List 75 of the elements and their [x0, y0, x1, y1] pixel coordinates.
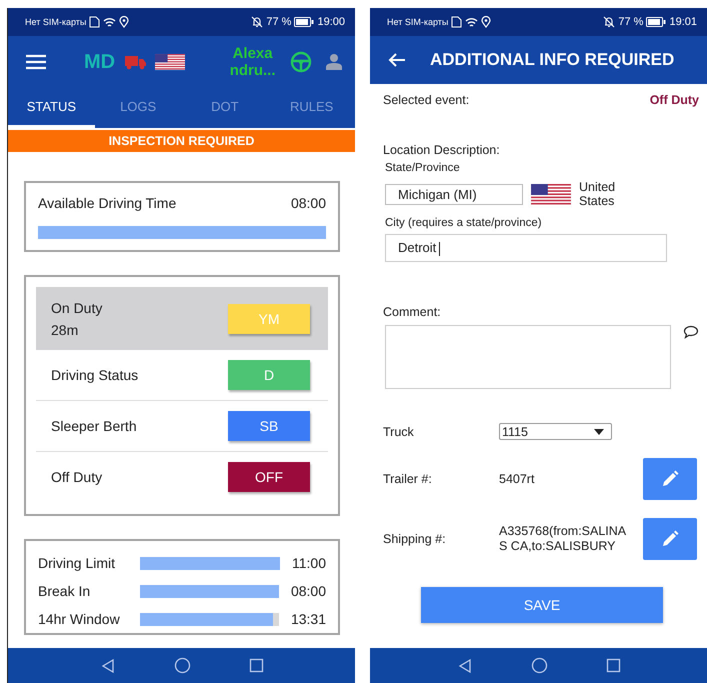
edit-button[interactable] [643, 458, 697, 500]
comment-label: Comment: [383, 305, 442, 319]
clock-time: 19:00 [317, 16, 345, 28]
sim-icon [451, 16, 462, 28]
back-arrow-icon[interactable] [388, 52, 406, 68]
battery-icon [646, 17, 666, 27]
speech-bubble-icon[interactable] [683, 325, 699, 339]
state-label: State/Province [385, 162, 461, 174]
selected-event-value: Off Duty [650, 93, 699, 107]
inspection-banner: INSPECTION REQUIRED [8, 130, 355, 152]
battery-percent: 77 % [618, 16, 644, 28]
edit-button[interactable] [643, 518, 697, 560]
limit-label: 14hr Window [38, 611, 121, 627]
status-row[interactable]: Off Duty OFF [36, 452, 328, 502]
menu-icon[interactable] [26, 54, 46, 70]
flag-icon [155, 54, 186, 70]
comment-field[interactable] [385, 325, 672, 389]
clock-time: 19:01 [669, 16, 697, 28]
status-button[interactable]: OFF [228, 462, 310, 492]
wifi-icon [465, 16, 478, 28]
limit-value: 08:00 [290, 583, 326, 599]
pencil-icon [661, 530, 679, 548]
initials-text: MD [84, 50, 116, 74]
steering-wheel-icon[interactable] [290, 51, 312, 73]
back-icon[interactable] [456, 658, 472, 674]
status-duration: 28m [51, 322, 80, 338]
available-time-label: Available Driving Time [38, 195, 176, 211]
trailer-value: 5407rt [499, 472, 536, 486]
limit-label: Driving Limit [38, 555, 116, 571]
caret-icon [594, 428, 604, 434]
battery-percent: 77 % [266, 16, 292, 28]
city-label: City (requires a state/province) [385, 217, 543, 229]
carrier-text: Нет SIM-карты [25, 17, 86, 27]
driver-name[interactable]: Alexandru... [229, 45, 276, 79]
screen-title: ADDITIONAL INFO REQUIRED [430, 50, 674, 70]
state-field[interactable]: Michigan (MI) [385, 184, 523, 204]
country-text: United States [579, 180, 616, 208]
status-label: Off Duty [51, 469, 102, 485]
pencil-icon [661, 470, 679, 488]
recents-icon[interactable] [606, 658, 620, 673]
available-time-value: 08:00 [290, 195, 326, 211]
home-icon[interactable] [174, 657, 190, 674]
bell-off-icon [603, 16, 616, 28]
truck-icon [125, 54, 148, 70]
location-label: Location Description: [383, 143, 501, 157]
selected-event-label: Selected event: [383, 93, 470, 107]
status-label: Sleeper Berth [51, 418, 137, 434]
location-icon [481, 16, 492, 28]
home-icon[interactable] [530, 657, 548, 674]
truck-dropdown[interactable]: 1115 [499, 423, 612, 440]
city-field[interactable]: Detroit [385, 234, 667, 262]
shipping-label: Shipping #: [383, 532, 447, 546]
status-button[interactable]: SB [228, 411, 310, 441]
status-row[interactable]: Sleeper Berth SB [36, 401, 328, 452]
person-icon[interactable] [324, 53, 344, 71]
truck-label: Truck [383, 424, 415, 438]
flag-icon [531, 184, 571, 204]
status-row[interactable]: On Duty 28m YM [36, 287, 328, 350]
back-icon[interactable] [100, 658, 116, 674]
location-icon [119, 16, 130, 28]
status-row[interactable]: Driving Status D [36, 350, 328, 401]
trailer-label: Trailer #: [383, 472, 433, 486]
limit-value: 11:00 [292, 555, 326, 571]
save-button[interactable]: SAVE [421, 587, 663, 623]
battery-icon [294, 17, 314, 27]
limit-label: Break In [38, 583, 92, 599]
status-label: Driving Status [51, 367, 138, 383]
recents-icon[interactable] [248, 658, 264, 673]
wifi-icon [103, 16, 116, 28]
shipping-value: A335768(from:SALINAS CA,to:SALISBURY [499, 524, 627, 554]
sim-icon [89, 16, 100, 28]
status-label: On Duty [51, 300, 102, 316]
carrier-text: Нет SIM-карты [387, 17, 448, 27]
limit-value: 13:31 [290, 611, 326, 627]
bell-off-icon [251, 16, 264, 28]
